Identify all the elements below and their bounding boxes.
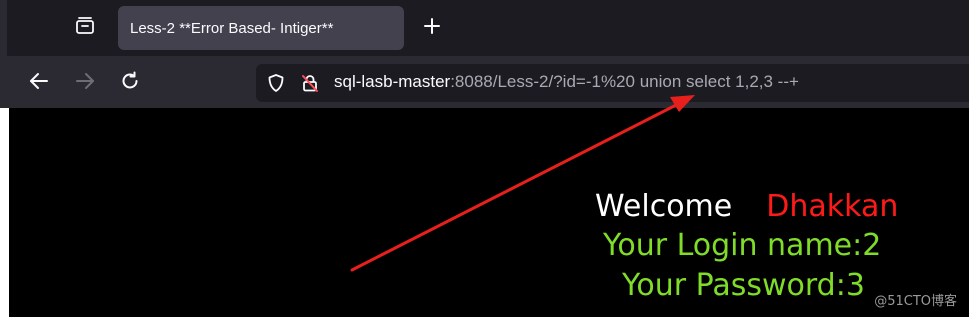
annotation-arrow — [350, 95, 695, 272]
browser-window: Less-2 **Error Based- Intiger** sql-lasb… — [0, 0, 969, 317]
